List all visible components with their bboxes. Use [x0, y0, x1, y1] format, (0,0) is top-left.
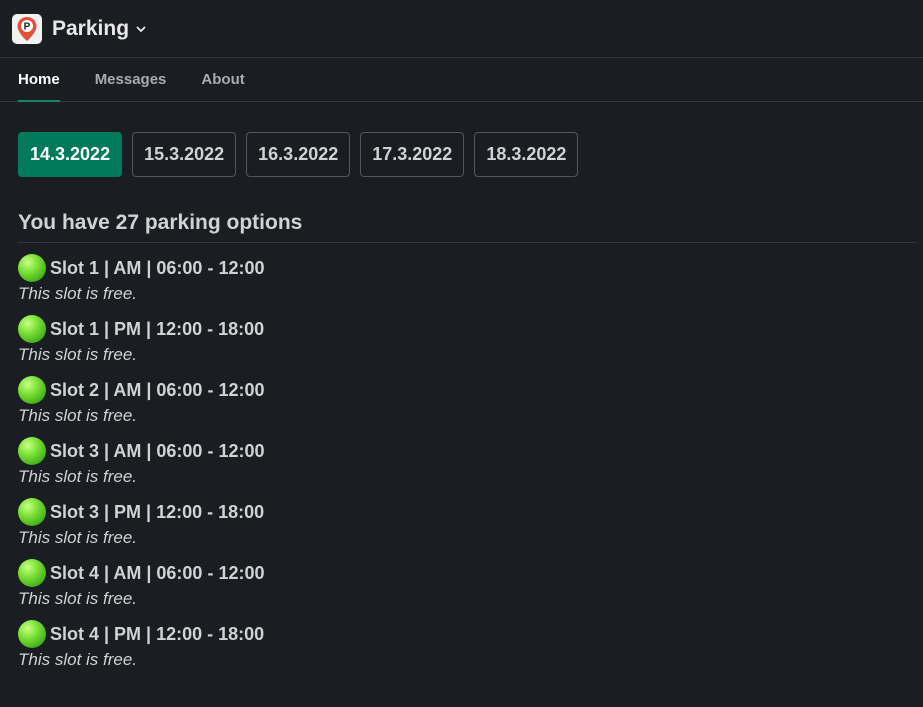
list-item: Slot 3 | AM | 06:00 - 12:00 This slot is…	[18, 437, 916, 487]
slot-title: Slot 3 | PM | 12:00 - 18:00	[50, 501, 265, 522]
list-item: Slot 3 | PM | 12:00 - 18:00 This slot is…	[18, 498, 916, 548]
slot-title-row: Slot 4 | PM | 12:00 - 18:00	[18, 620, 916, 648]
app-title-menu[interactable]: Parking	[52, 17, 147, 41]
slot-title: Slot 1 | AM | 06:00 - 12:00	[50, 257, 265, 278]
app-title: Parking	[52, 16, 130, 40]
slot-title: Slot 3 | AM | 06:00 - 12:00	[50, 440, 265, 461]
slot-title: Slot 1 | PM | 12:00 - 18:00	[50, 318, 265, 339]
tab-about[interactable]: About	[201, 58, 244, 101]
list-item: Slot 2 | AM | 06:00 - 12:00 This slot is…	[18, 376, 916, 426]
green-circle-icon	[18, 254, 46, 282]
chevron-down-icon	[135, 23, 147, 35]
home-content: 14.3.2022 15.3.2022 16.3.2022 17.3.2022 …	[0, 102, 923, 670]
date-button-15-3-2022[interactable]: 15.3.2022	[132, 132, 237, 177]
app-header: P Parking	[0, 0, 923, 58]
list-item: Slot 1 | AM | 06:00 - 12:00 This slot is…	[18, 254, 916, 304]
slot-title: Slot 4 | AM | 06:00 - 12:00	[50, 562, 265, 583]
tab-home[interactable]: Home	[18, 58, 60, 102]
slot-title-row: Slot 1 | AM | 06:00 - 12:00	[18, 254, 916, 282]
slot-title-row: Slot 4 | AM | 06:00 - 12:00	[18, 559, 916, 587]
slot-title: Slot 2 | AM | 06:00 - 12:00	[50, 379, 265, 400]
green-circle-icon	[18, 620, 46, 648]
green-circle-icon	[18, 559, 46, 587]
slot-status: This slot is free.	[18, 345, 138, 364]
slot-status: This slot is free.	[18, 528, 138, 547]
green-circle-icon	[18, 315, 46, 343]
date-button-14-3-2022[interactable]: 14.3.2022	[18, 132, 123, 177]
slot-status: This slot is free.	[18, 406, 138, 425]
date-button-16-3-2022[interactable]: 16.3.2022	[246, 132, 351, 177]
list-item: Slot 1 | PM | 12:00 - 18:00 This slot is…	[18, 315, 916, 365]
slot-title-row: Slot 2 | AM | 06:00 - 12:00	[18, 376, 916, 404]
date-selector: 14.3.2022 15.3.2022 16.3.2022 17.3.2022 …	[18, 132, 916, 177]
date-button-17-3-2022[interactable]: 17.3.2022	[360, 132, 465, 177]
list-item: Slot 4 | PM | 12:00 - 18:00 This slot is…	[18, 620, 916, 670]
slot-status: This slot is free.	[18, 650, 138, 669]
parking-options-heading: You have 27 parking options	[18, 211, 916, 243]
date-button-18-3-2022[interactable]: 18.3.2022	[474, 132, 579, 177]
green-circle-icon	[18, 437, 46, 465]
slot-status: This slot is free.	[18, 589, 138, 608]
tab-messages[interactable]: Messages	[95, 58, 167, 101]
app-logo: P	[12, 13, 42, 44]
slot-title-row: Slot 3 | AM | 06:00 - 12:00	[18, 437, 916, 465]
slot-title-row: Slot 1 | PM | 12:00 - 18:00	[18, 315, 916, 343]
map-pin-icon: P	[17, 16, 37, 41]
slot-title-row: Slot 3 | PM | 12:00 - 18:00	[18, 498, 916, 526]
slot-title: Slot 4 | PM | 12:00 - 18:00	[50, 623, 265, 644]
green-circle-icon	[18, 498, 46, 526]
list-item: Slot 4 | AM | 06:00 - 12:00 This slot is…	[18, 559, 916, 609]
slot-status: This slot is free.	[18, 467, 138, 486]
slot-status: This slot is free.	[18, 284, 138, 303]
tab-bar: Home Messages About	[0, 58, 923, 102]
green-circle-icon	[18, 376, 46, 404]
logo-letter: P	[24, 21, 31, 32]
